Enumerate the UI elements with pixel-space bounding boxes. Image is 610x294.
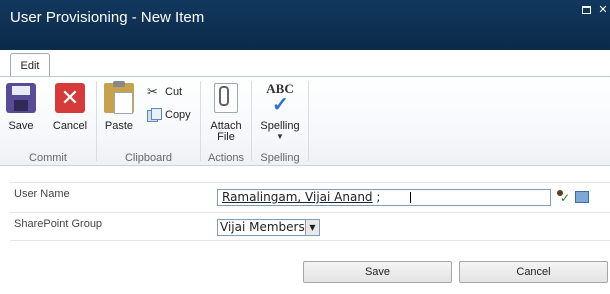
spelling-label: Spelling xyxy=(260,120,300,132)
restore-icon[interactable] xyxy=(582,4,592,16)
dialog-titlebar: User Provisioning - New Item ✕ xyxy=(0,0,610,50)
paperclip-document-icon xyxy=(214,83,238,113)
chevron-down-icon[interactable]: ▼ xyxy=(305,220,319,235)
save-ribbon-button[interactable]: Save xyxy=(6,83,36,132)
user-name-people-picker[interactable]: Ramalingam, Vijai Anand ; xyxy=(217,189,551,206)
dialog-title: User Provisioning - New Item xyxy=(10,9,205,26)
picker-icons xyxy=(555,190,589,204)
chevron-down-icon: ▼ xyxy=(276,132,284,141)
text-caret xyxy=(410,192,411,203)
copy-label: Copy xyxy=(165,109,191,121)
group-clipboard: Paste ✂ Cut Copy Clipboard xyxy=(97,77,200,165)
ribbon-separator xyxy=(308,81,309,161)
group-label-commit: Commit xyxy=(29,152,67,164)
paste-label: Paste xyxy=(104,120,134,132)
group-actions: Attach File Actions xyxy=(201,77,251,165)
sharepoint-group-selected: Vijai Members xyxy=(220,220,305,234)
copy-pages-icon xyxy=(147,108,162,122)
cut-label: Cut xyxy=(165,86,183,98)
save-button[interactable]: Save xyxy=(303,261,452,283)
red-x-icon: ✕ xyxy=(55,83,85,113)
form-divider xyxy=(10,240,610,241)
address-book-icon[interactable] xyxy=(575,191,589,203)
cancel-ribbon-button[interactable]: ✕ Cancel xyxy=(50,83,90,132)
save-ribbon-label: Save xyxy=(8,120,34,132)
sharepoint-group-select[interactable]: Vijai Members ▼ xyxy=(217,219,320,236)
cut-button[interactable]: ✂ Cut xyxy=(147,85,182,99)
group-label-spelling: Spelling xyxy=(260,152,300,164)
spelling-button[interactable]: ABC ✓ Spelling ▼ xyxy=(258,81,302,141)
copy-button[interactable]: Copy xyxy=(147,108,191,122)
window-controls: ✕ xyxy=(582,4,608,16)
group-spelling: ABC ✓ Spelling ▼ Spelling xyxy=(252,77,308,165)
cancel-button[interactable]: Cancel xyxy=(459,261,608,283)
cancel-ribbon-label: Cancel xyxy=(52,120,88,132)
user-separator: ; xyxy=(372,190,381,204)
resolved-user[interactable]: Ramalingam, Vijai Anand xyxy=(222,190,373,204)
clipboard-icon xyxy=(104,81,134,114)
group-label-clipboard: Clipboard xyxy=(124,152,173,164)
scissors-icon: ✂ xyxy=(147,84,158,99)
check-names-icon[interactable] xyxy=(555,190,571,204)
sharepoint-group-label: SharePoint Group xyxy=(14,218,103,230)
floppy-disk-icon xyxy=(6,83,36,113)
attach-label-line2: File xyxy=(217,131,235,143)
attach-file-button[interactable]: Attach File xyxy=(207,83,245,143)
abc-check-icon: ABC ✓ xyxy=(266,81,294,116)
user-name-label: User Name xyxy=(14,188,70,200)
group-commit: Save ✕ Cancel Commit xyxy=(0,77,96,165)
tab-edit[interactable]: Edit xyxy=(10,53,50,77)
ribbon: Save ✕ Cancel Commit Paste ✂ Cut Copy Cl… xyxy=(0,76,610,166)
paste-button[interactable]: Paste xyxy=(103,81,135,132)
close-icon[interactable]: ✕ xyxy=(598,4,608,16)
group-label-actions: Actions xyxy=(207,152,245,164)
